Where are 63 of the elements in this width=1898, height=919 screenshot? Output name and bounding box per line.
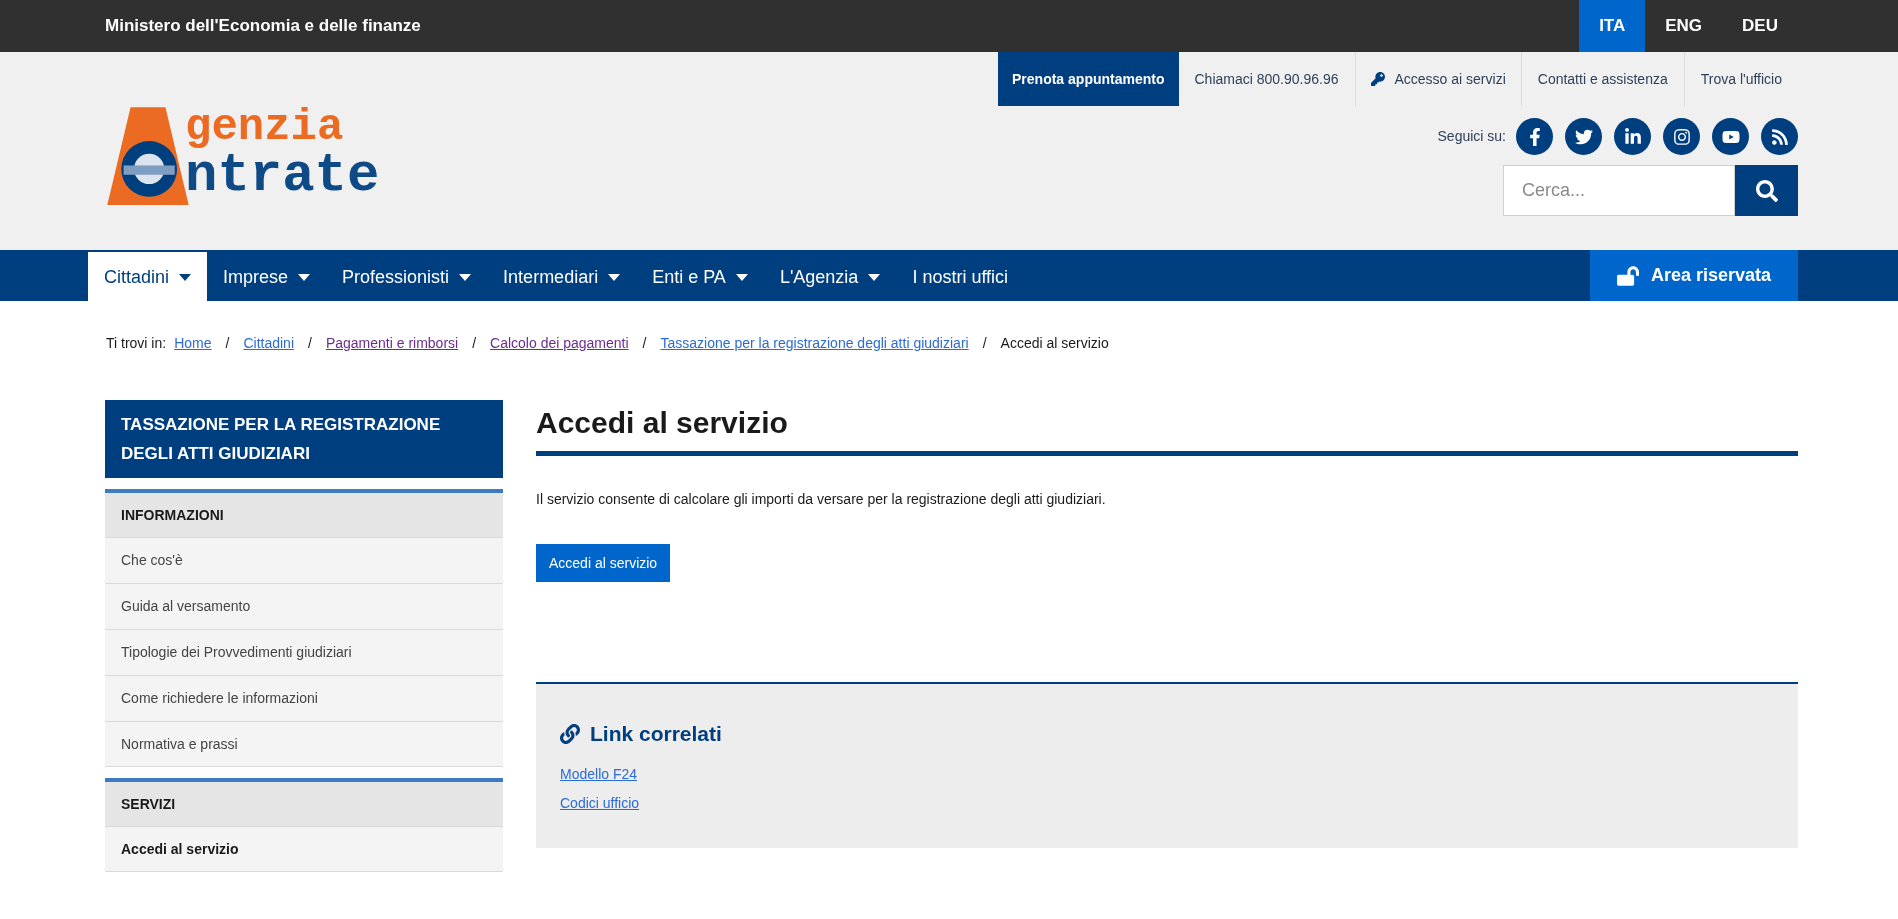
services-link[interactable]: Accesso ai servizi bbox=[1354, 52, 1521, 106]
ministry-title: Ministero dell'Economia e delle finanze bbox=[105, 15, 421, 38]
access-service-button[interactable]: Accedi al servizio bbox=[536, 544, 671, 582]
header-link[interactable]: Trova l'ufficio bbox=[1683, 52, 1798, 106]
breadcrumb-link[interactable]: Tassazione per la registrazione degli atti giudiziari bbox=[660, 332, 969, 354]
nav-tab[interactable]: Intermediari bbox=[487, 252, 637, 303]
language-tab[interactable]: DEU bbox=[1722, 0, 1798, 52]
sidebar-title: TASSAZIONE PER LA REGISTRAZIONE DEGLI ATTI GIUDIZIARI bbox=[105, 400, 503, 478]
breadcrumb-link[interactable]: Calcolo dei pagamenti bbox=[490, 332, 629, 354]
play-button[interactable] bbox=[1712, 118, 1749, 155]
page-title: Accedi al servizio bbox=[536, 400, 1798, 456]
reserved-area-button[interactable]: Area riservata bbox=[1589, 250, 1798, 301]
description-text: Il servizio consente di calcolare gli importi da versare per la registrazione degli atti giudiziari. bbox=[536, 490, 1107, 509]
nav-tab[interactable]: Cittadini bbox=[88, 252, 208, 303]
bird-icon bbox=[1574, 127, 1593, 146]
sidebar-section-heading: INFORMAZIONI bbox=[105, 489, 503, 537]
sidebar-item[interactable]: Tipologie dei Provvedimenti giudiziari bbox=[105, 629, 503, 675]
nav-tab[interactable]: I nostri uffici bbox=[896, 252, 1025, 303]
camera-icon bbox=[1672, 127, 1691, 146]
sidebar-item[interactable]: Che cos'è bbox=[105, 537, 503, 583]
search-button[interactable] bbox=[1735, 165, 1798, 216]
nav-tab[interactable]: Imprese bbox=[207, 252, 327, 303]
sidebar-item[interactable]: Accedi al servizio bbox=[105, 826, 503, 872]
breadcrumb-link[interactable]: Home bbox=[174, 332, 212, 354]
nav-tab[interactable]: L'Agenzia bbox=[763, 252, 897, 303]
nav-tab[interactable]: Professionisti bbox=[326, 252, 488, 303]
logo-text: genzia bbox=[185, 105, 345, 149]
breadcrumb-link[interactable]: Cittadini bbox=[243, 332, 294, 354]
unlock-icon bbox=[1616, 265, 1639, 286]
related-links-title: Link correlati bbox=[590, 721, 722, 747]
header-link[interactable]: Chiamaci 800.90.96.96 bbox=[1178, 52, 1355, 106]
sidebar-item[interactable]: Guida al versamento bbox=[105, 583, 503, 629]
logo-text: ntrate bbox=[185, 149, 380, 203]
sidebar-item[interactable]: Normativa e prassi bbox=[105, 721, 503, 767]
language-tab[interactable]: ENG bbox=[1645, 0, 1723, 52]
search-icon bbox=[1755, 179, 1778, 202]
search-field[interactable]: Cerca... bbox=[1503, 165, 1735, 216]
header-link[interactable]: Contatti e assistenza bbox=[1520, 52, 1684, 106]
follow-label: Seguici su: bbox=[1437, 127, 1506, 146]
link-icon bbox=[560, 723, 580, 744]
breadcrumb-separator: / bbox=[471, 333, 478, 353]
linkedin-button[interactable] bbox=[1614, 118, 1651, 155]
breadcrumb-separator: / bbox=[641, 333, 648, 353]
appointment-button[interactable]: Prenota appuntamento bbox=[998, 52, 1179, 106]
breadcrumb-label: Ti trovi in: bbox=[106, 333, 167, 353]
related-link[interactable]: Codici ufficio bbox=[560, 792, 640, 814]
language-tab[interactable]: ITA bbox=[1579, 0, 1646, 52]
related-link[interactable]: Modello F24 bbox=[560, 763, 638, 785]
breadcrumb-current: Accedi al servizio bbox=[1000, 333, 1109, 353]
facebook-button[interactable] bbox=[1516, 118, 1553, 155]
breadcrumb-separator: / bbox=[307, 333, 313, 353]
linkedin-icon bbox=[1623, 127, 1642, 146]
breadcrumb-separator: / bbox=[981, 333, 988, 353]
bird-button[interactable] bbox=[1565, 118, 1602, 155]
sidebar-item[interactable]: Come richiedere le informazioni bbox=[105, 675, 503, 721]
breadcrumb-link[interactable]: Pagamenti e rimborsi bbox=[325, 332, 459, 354]
rss-icon bbox=[1770, 127, 1789, 146]
breadcrumb-separator: / bbox=[224, 333, 231, 353]
rss-button[interactable] bbox=[1761, 118, 1798, 155]
nav-tab[interactable]: Enti e PA bbox=[636, 252, 764, 303]
camera-button[interactable] bbox=[1663, 118, 1700, 155]
sidebar-section-heading: SERVIZI bbox=[105, 778, 503, 826]
key-icon bbox=[1370, 72, 1385, 86]
